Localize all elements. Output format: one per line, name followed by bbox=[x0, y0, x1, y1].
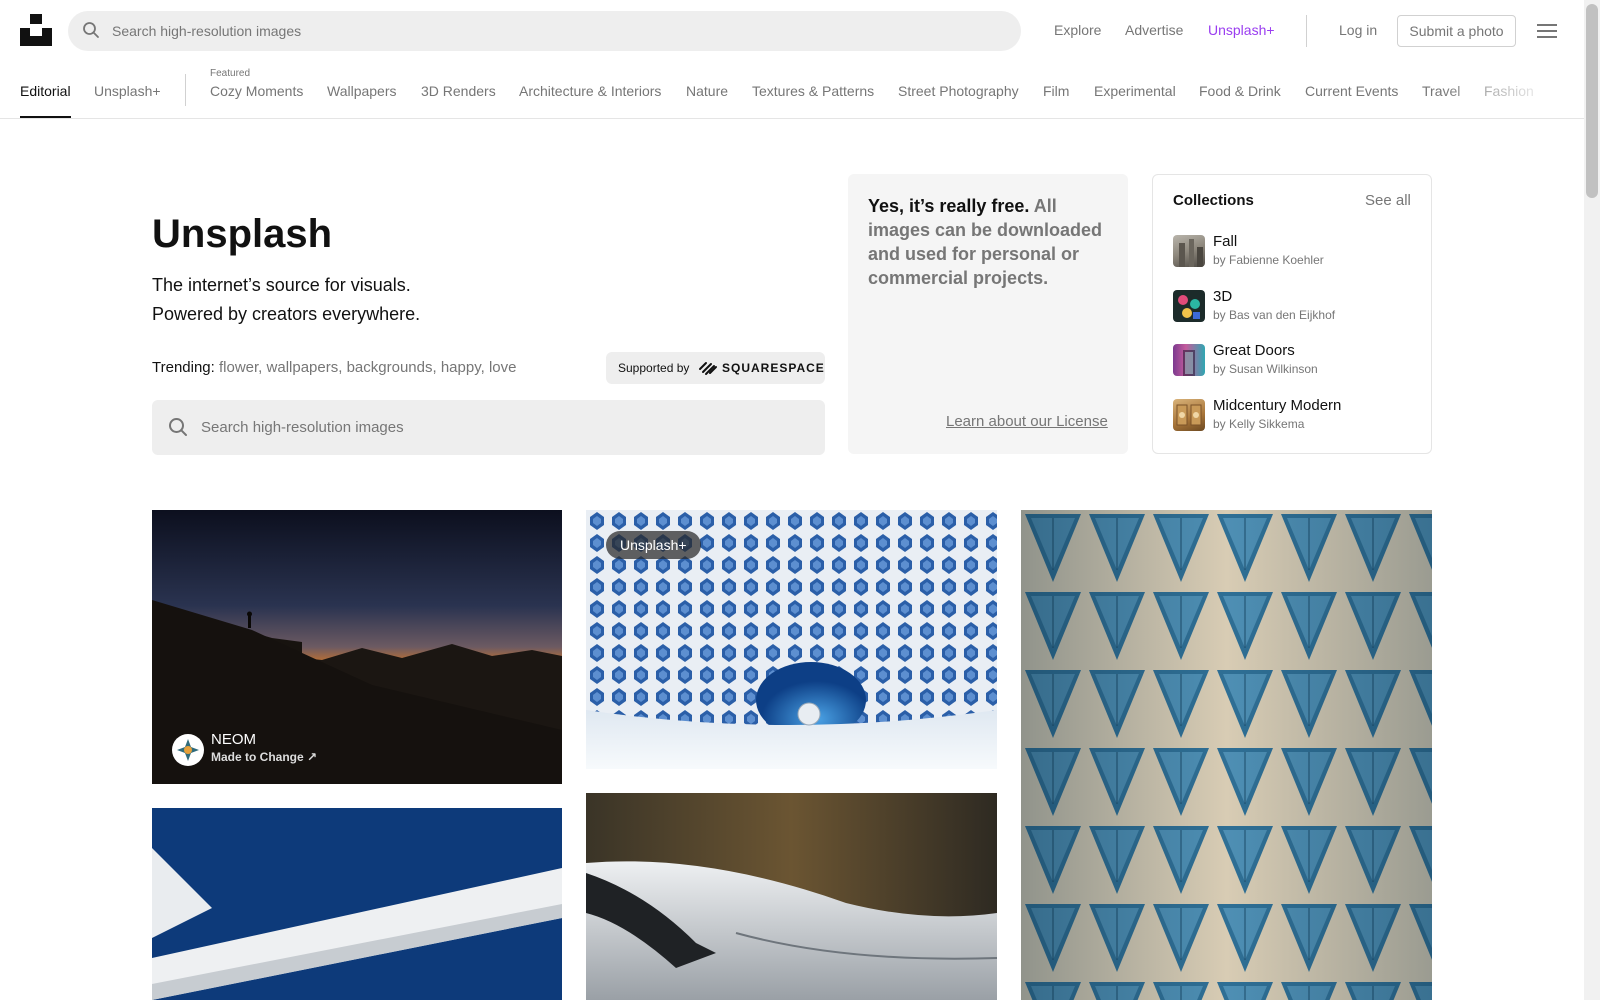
active-tab-indicator bbox=[20, 116, 71, 118]
collection-author: by Fabienne Koehler bbox=[1213, 253, 1324, 267]
trending-item-love[interactable]: love bbox=[489, 359, 517, 376]
sponsor-name: SQUARESPACE bbox=[722, 361, 825, 375]
neom-logo-icon bbox=[175, 737, 201, 763]
license-promo-card: Yes, it’s really free. All images can be… bbox=[848, 174, 1128, 454]
photo-image bbox=[152, 808, 562, 1000]
trending-item-wallpapers[interactable]: wallpapers bbox=[267, 359, 339, 376]
collection-name: Great Doors bbox=[1213, 342, 1295, 359]
unsplash-plus-badge: Unsplash+ bbox=[606, 531, 701, 559]
collection-item-fall[interactable]: Fall by Fabienne Koehler bbox=[1173, 233, 1423, 273]
sponsor-name[interactable]: NEOM bbox=[211, 731, 256, 748]
supported-by-label: Supported by bbox=[618, 361, 690, 375]
photo-lattice-tunnel[interactable]: Unsplash+ bbox=[586, 510, 997, 769]
topic-nature[interactable]: Nature bbox=[686, 83, 728, 99]
tab-editorial[interactable]: Editorial bbox=[20, 83, 71, 99]
photo-image bbox=[1021, 510, 1432, 1000]
collection-author: by Susan Wilkinson bbox=[1213, 362, 1318, 376]
collection-thumbnail bbox=[1173, 290, 1205, 322]
topic-cozy-moments[interactable]: Cozy Moments bbox=[210, 83, 303, 99]
topic-food-drink[interactable]: Food & Drink bbox=[1199, 83, 1281, 99]
collection-item-great-doors[interactable]: Great Doors by Susan Wilkinson bbox=[1173, 342, 1423, 382]
collection-thumbnail bbox=[1173, 235, 1205, 267]
top-search-bar[interactable] bbox=[68, 11, 1021, 51]
top-header: Explore Advertise Unsplash+ Log in Submi… bbox=[0, 0, 1584, 62]
topic-architecture-interiors[interactable]: Architecture & Interiors bbox=[519, 83, 661, 99]
topic-current-events[interactable]: Current Events bbox=[1305, 83, 1398, 99]
hero-subtitle: The internet’s source for visuals. Power… bbox=[152, 271, 420, 329]
collection-thumbnail bbox=[1173, 399, 1205, 431]
top-search-input[interactable] bbox=[112, 11, 992, 51]
collection-author: by Bas van den Eijkhof bbox=[1213, 308, 1336, 322]
hero-subtitle-line-1: The internet’s source for visuals. bbox=[152, 275, 411, 295]
collection-name: Fall bbox=[1213, 233, 1238, 250]
nav-explore[interactable]: Explore bbox=[1054, 22, 1101, 38]
photo-mountain-dusk[interactable]: NEOM Made to Change ↗ bbox=[152, 510, 562, 784]
trending-searches: Trending: flower, wallpapers, background… bbox=[152, 359, 517, 376]
tab-unsplash-plus[interactable]: Unsplash+ bbox=[94, 83, 161, 99]
see-all-collections-link[interactable]: See all bbox=[1365, 192, 1411, 209]
featured-label: Featured bbox=[210, 68, 251, 79]
topic-textures-patterns[interactable]: Textures & Patterns bbox=[752, 83, 874, 99]
collections-title: Collections bbox=[1173, 192, 1254, 209]
hero-search-bar[interactable] bbox=[152, 400, 825, 455]
page-title: Unsplash bbox=[152, 212, 333, 256]
page-scrollbar[interactable] bbox=[1584, 0, 1600, 1000]
topic-nav-bar: Editorial Unsplash+ Featured Cozy Moment… bbox=[0, 62, 1584, 119]
topic-travel[interactable]: Travel bbox=[1422, 83, 1460, 99]
topic-divider bbox=[185, 74, 186, 106]
collection-name: Midcentury Modern bbox=[1213, 397, 1342, 414]
photo-car-detail[interactable] bbox=[586, 793, 997, 1000]
license-link[interactable]: Learn about our License bbox=[946, 413, 1108, 430]
unsplash-logo-icon[interactable] bbox=[20, 14, 52, 46]
search-icon[interactable] bbox=[82, 21, 100, 39]
hero-subtitle-line-2: Powered by creators everywhere. bbox=[152, 304, 421, 324]
search-icon[interactable] bbox=[168, 417, 188, 437]
collection-item-midcentury-modern[interactable]: Midcentury Modern by Kelly Sikkema bbox=[1173, 397, 1423, 437]
nav-unsplash-plus[interactable]: Unsplash+ bbox=[1208, 22, 1275, 38]
collection-name: 3D bbox=[1213, 288, 1233, 305]
sponsor-avatar[interactable] bbox=[172, 734, 204, 766]
nav-advertise[interactable]: Advertise bbox=[1125, 22, 1183, 38]
topic-fashion[interactable]: Fashion bbox=[1484, 83, 1534, 99]
trending-item-flower[interactable]: flower bbox=[219, 359, 258, 376]
trending-item-happy[interactable]: happy bbox=[441, 359, 481, 376]
scrollbar-thumb[interactable] bbox=[1586, 4, 1598, 198]
photo-triangle-facade[interactable] bbox=[1021, 510, 1432, 1000]
sponsor-badge[interactable]: Supported by SQUARESPACE bbox=[606, 352, 825, 384]
collections-card: Collections See all Fall by Fabienne Koe… bbox=[1152, 174, 1432, 454]
submit-photo-button[interactable]: Submit a photo bbox=[1397, 15, 1516, 47]
hamburger-menu-icon[interactable] bbox=[1536, 21, 1558, 41]
photo-white-beam[interactable] bbox=[152, 808, 562, 1000]
squarespace-logo-icon bbox=[699, 362, 717, 375]
collection-item-3d[interactable]: 3D by Bas van den Eijkhof bbox=[1173, 288, 1423, 328]
collection-author: by Kelly Sikkema bbox=[1213, 417, 1305, 431]
topic-3d-renders[interactable]: 3D Renders bbox=[421, 83, 496, 99]
topic-street-photography[interactable]: Street Photography bbox=[898, 83, 1019, 99]
photo-image bbox=[586, 793, 997, 1000]
login-link[interactable]: Log in bbox=[1339, 22, 1377, 38]
topic-film[interactable]: Film bbox=[1043, 83, 1069, 99]
trending-item-backgrounds[interactable]: backgrounds bbox=[347, 359, 433, 376]
topic-experimental[interactable]: Experimental bbox=[1094, 83, 1176, 99]
trending-label: Trending: bbox=[152, 359, 215, 376]
sponsor-tagline-link[interactable]: Made to Change ↗ bbox=[211, 750, 317, 764]
collection-thumbnail bbox=[1173, 344, 1205, 376]
license-promo-headline: Yes, it’s really free. bbox=[868, 196, 1030, 216]
hero-search-input[interactable] bbox=[201, 400, 801, 455]
nav-divider bbox=[1306, 15, 1307, 47]
license-promo-text: Yes, it’s really free. All images can be… bbox=[868, 194, 1118, 290]
topic-wallpapers[interactable]: Wallpapers bbox=[327, 83, 397, 99]
